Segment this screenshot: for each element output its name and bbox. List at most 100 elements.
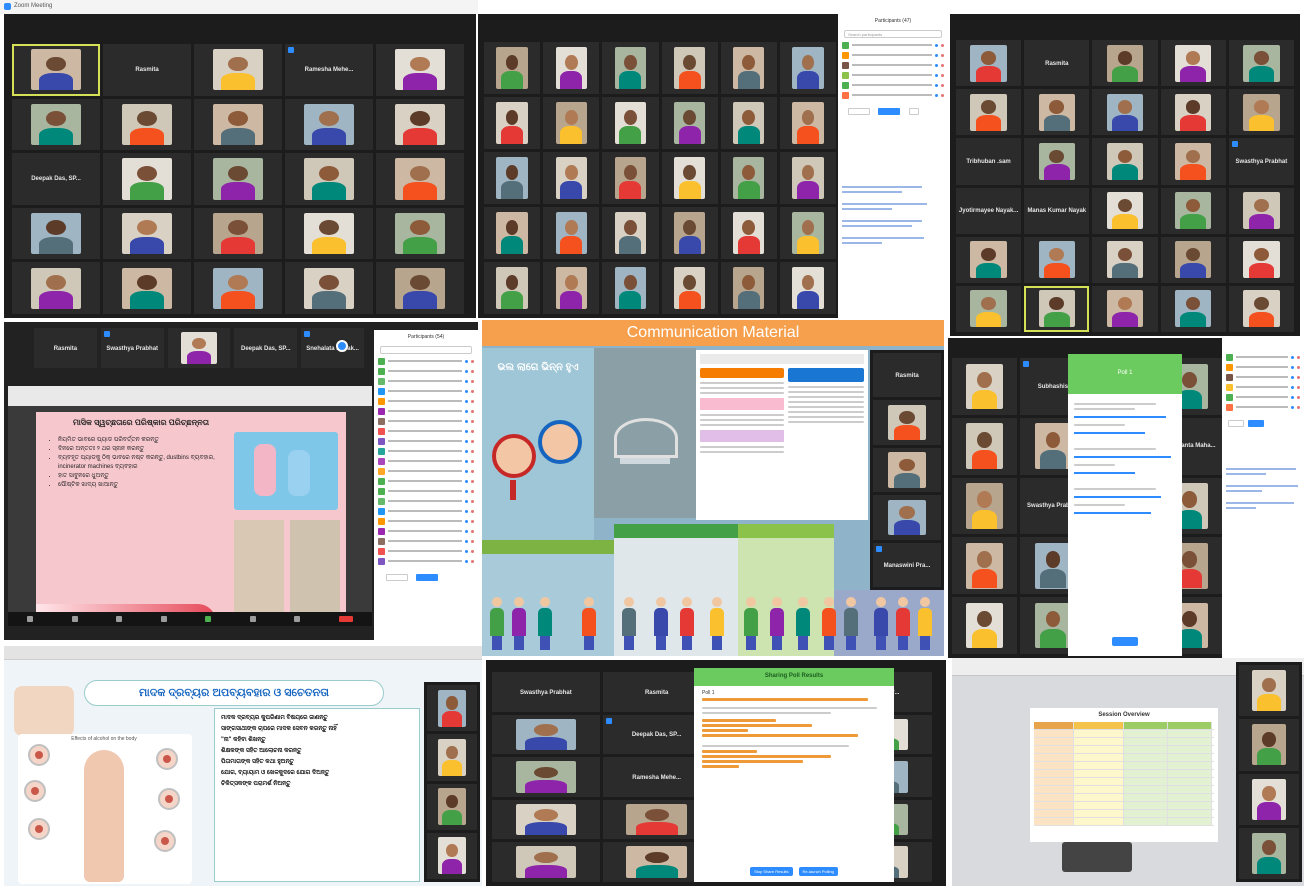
- participant-tile[interactable]: [956, 285, 1022, 332]
- participant-tile[interactable]: [661, 262, 718, 314]
- participant-tile[interactable]: [543, 262, 600, 314]
- participant-row[interactable]: [838, 70, 948, 80]
- participant-tile[interactable]: [194, 44, 282, 96]
- participant-tile[interactable]: [427, 783, 477, 830]
- participant-tile[interactable]: [1092, 285, 1158, 332]
- participant-tile[interactable]: [427, 832, 477, 879]
- participant-tile[interactable]: [661, 152, 718, 204]
- participant-row[interactable]: [374, 536, 478, 546]
- participant-row[interactable]: [374, 456, 478, 466]
- participant-row[interactable]: [374, 546, 478, 556]
- participants-search[interactable]: [380, 346, 472, 354]
- participant-tile[interactable]: [661, 97, 718, 149]
- participant-row[interactable]: [374, 466, 478, 476]
- participant-row[interactable]: [1222, 382, 1304, 392]
- participant-tile[interactable]: [103, 153, 191, 205]
- participant-row[interactable]: [374, 366, 478, 376]
- participant-tile[interactable]: [1092, 236, 1158, 283]
- participant-tile[interactable]: [1024, 236, 1090, 283]
- participant-tile[interactable]: [1239, 773, 1299, 825]
- participant-row[interactable]: [838, 90, 948, 100]
- participant-tile[interactable]: Rasmita: [103, 44, 191, 96]
- participant-row[interactable]: [374, 556, 478, 566]
- end-meeting-button[interactable]: [338, 616, 353, 622]
- participant-tile[interactable]: [956, 236, 1022, 283]
- participant-tile[interactable]: [492, 714, 600, 755]
- participant-tile[interactable]: [285, 98, 373, 151]
- participant-tile[interactable]: [779, 152, 836, 204]
- participant-tile[interactable]: [543, 207, 600, 259]
- invite-button[interactable]: [1228, 420, 1244, 427]
- participant-tile[interactable]: [602, 97, 659, 149]
- participant-tile[interactable]: [779, 207, 836, 259]
- participant-tile[interactable]: [103, 207, 191, 260]
- participant-tile[interactable]: [1228, 236, 1294, 283]
- participant-tile[interactable]: [167, 328, 231, 368]
- participant-tile[interactable]: [103, 98, 191, 151]
- participant-tile[interactable]: [602, 207, 659, 259]
- participant-tile[interactable]: [779, 97, 836, 149]
- participant-tile[interactable]: [873, 400, 941, 445]
- participant-tile[interactable]: [376, 44, 464, 96]
- invite-button[interactable]: [386, 574, 408, 581]
- participant-tile[interactable]: [956, 89, 1022, 136]
- participant-tile[interactable]: [543, 42, 600, 94]
- participant-tile[interactable]: Snehalata Nayak...: [301, 328, 364, 368]
- participant-tile[interactable]: [1024, 285, 1090, 332]
- participant-tile[interactable]: [952, 417, 1018, 475]
- participant-tile[interactable]: [720, 42, 777, 94]
- participant-row[interactable]: [374, 506, 478, 516]
- participant-tile[interactable]: [1160, 285, 1226, 332]
- more-button[interactable]: [908, 108, 919, 115]
- participant-tile[interactable]: Jyotirmayee Nayak...: [956, 187, 1022, 234]
- participant-row[interactable]: [838, 80, 948, 90]
- mute-all-button[interactable]: [416, 574, 439, 581]
- participant-tile[interactable]: [602, 152, 659, 204]
- participant-tile[interactable]: Tribhuban .sam: [956, 138, 1022, 185]
- participant-tile[interactable]: [1228, 89, 1294, 136]
- participant-tile[interactable]: Swasthya Prabhat: [100, 328, 164, 368]
- participant-tile[interactable]: [873, 495, 941, 540]
- participant-tile[interactable]: [1160, 138, 1226, 185]
- participant-row[interactable]: [374, 476, 478, 486]
- participant-tile[interactable]: [543, 97, 600, 149]
- participant-tile[interactable]: [194, 262, 282, 314]
- participant-tile[interactable]: [1239, 665, 1299, 717]
- participant-row[interactable]: [374, 386, 478, 396]
- mute-all-button[interactable]: [878, 108, 901, 115]
- participant-row[interactable]: [374, 486, 478, 496]
- participant-tile[interactable]: Ramesha Mehe...: [285, 44, 373, 96]
- participant-tile[interactable]: [194, 98, 282, 151]
- participant-row[interactable]: [374, 446, 478, 456]
- participant-tile[interactable]: [1160, 236, 1226, 283]
- participant-tile[interactable]: Rasmita: [34, 328, 97, 368]
- participant-tile[interactable]: [1160, 187, 1226, 234]
- share-screen-icon[interactable]: [205, 616, 212, 622]
- participant-tile[interactable]: [1239, 719, 1299, 771]
- participant-tile[interactable]: [285, 153, 373, 205]
- participant-tile[interactable]: Manas Kumar Nayak: [1024, 187, 1090, 234]
- participant-tile[interactable]: [602, 262, 659, 314]
- participant-tile[interactable]: [376, 98, 464, 151]
- participant-tile[interactable]: [1239, 827, 1299, 879]
- mute-all-button[interactable]: [1248, 420, 1264, 427]
- participant-row[interactable]: [374, 496, 478, 506]
- participant-tile[interactable]: [427, 685, 477, 732]
- participants-search[interactable]: Search participants: [844, 30, 942, 38]
- participant-tile[interactable]: [484, 42, 541, 94]
- participant-tile[interactable]: [484, 262, 541, 314]
- participant-tile[interactable]: [376, 207, 464, 260]
- participant-tile[interactable]: [543, 152, 600, 204]
- participant-tile[interactable]: [427, 734, 477, 781]
- participant-tile[interactable]: [1092, 187, 1158, 234]
- participant-tile[interactable]: [492, 799, 600, 840]
- participant-tile[interactable]: [602, 42, 659, 94]
- reactions-icon[interactable]: [294, 616, 301, 622]
- participant-row[interactable]: [838, 40, 948, 50]
- participant-row[interactable]: [374, 516, 478, 526]
- participant-tile[interactable]: [952, 477, 1018, 535]
- participant-tile[interactable]: [1092, 40, 1158, 87]
- mute-icon[interactable]: [27, 616, 34, 622]
- participant-row[interactable]: [1222, 402, 1304, 412]
- participant-tile[interactable]: [873, 447, 941, 493]
